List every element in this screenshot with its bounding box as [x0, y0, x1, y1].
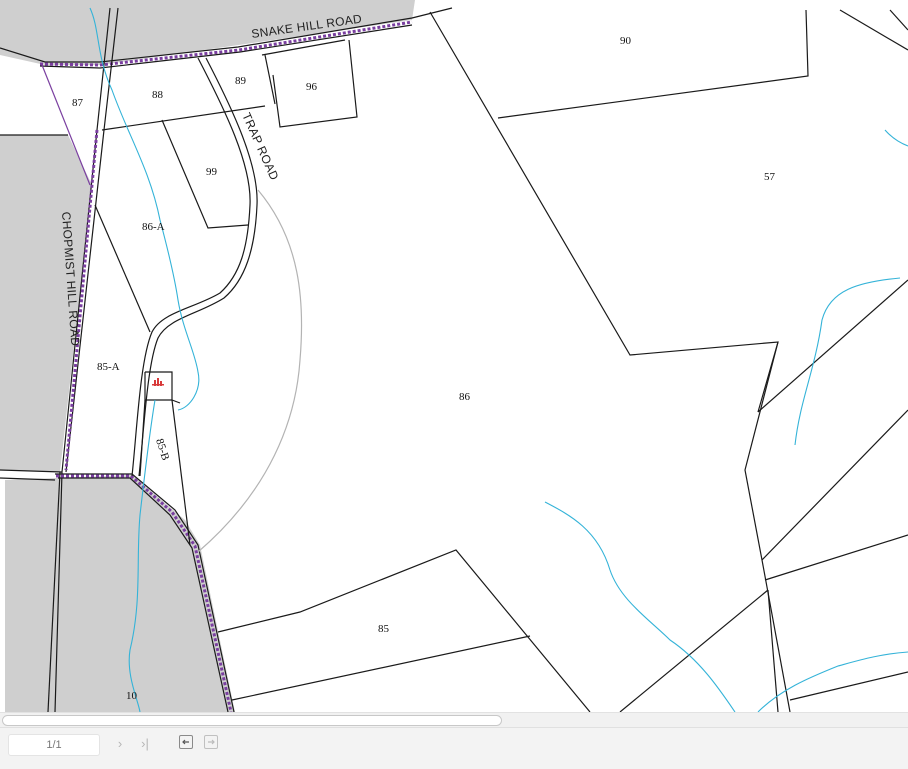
lot-89-label: 89: [235, 75, 247, 87]
building-marker-icon: [152, 378, 164, 386]
lot-88-label: 88: [152, 89, 164, 101]
trail-line: [197, 189, 303, 553]
page-number-input[interactable]: 1/1: [8, 734, 100, 756]
back-arrow-icon: [182, 739, 189, 745]
forward-arrow-icon: [208, 739, 215, 745]
trap-road: [131, 57, 258, 477]
next-page-button[interactable]: ›: [112, 735, 128, 753]
horizontal-scrollbar[interactable]: [0, 712, 908, 727]
back-button[interactable]: [179, 735, 193, 749]
lot-86a-label: 86-A: [142, 221, 165, 233]
scrollbar-thumb[interactable]: [2, 715, 502, 726]
chevron-right-icon: ›: [117, 736, 123, 751]
lot-85a-label: 85-A: [97, 361, 120, 373]
lot-99-label: 99: [206, 166, 218, 178]
lot-10-label: 10: [126, 690, 138, 702]
viewer-toolbar: 1/1 › ›|: [0, 727, 908, 769]
lot-90-label: 90: [620, 35, 632, 47]
lot-85-label: 85: [378, 623, 390, 635]
lot-96-label: 96: [306, 81, 318, 93]
forward-button[interactable]: [204, 735, 218, 749]
last-page-button[interactable]: ›|: [135, 735, 155, 753]
lot-86-label: 86: [459, 391, 471, 403]
lot-57-label: 57: [764, 171, 776, 183]
lot-85b-label: 85-B: [153, 437, 171, 462]
lot-87-label: 87: [72, 97, 84, 109]
parcel-map: SNAKE HILL ROAD TRAP ROAD CHOPMIST HILL …: [0, 0, 908, 712]
gray-parcel-bottom: [5, 475, 235, 712]
map-viewport[interactable]: SNAKE HILL ROAD TRAP ROAD CHOPMIST HILL …: [0, 0, 908, 712]
skip-last-icon: ›|: [141, 736, 149, 751]
